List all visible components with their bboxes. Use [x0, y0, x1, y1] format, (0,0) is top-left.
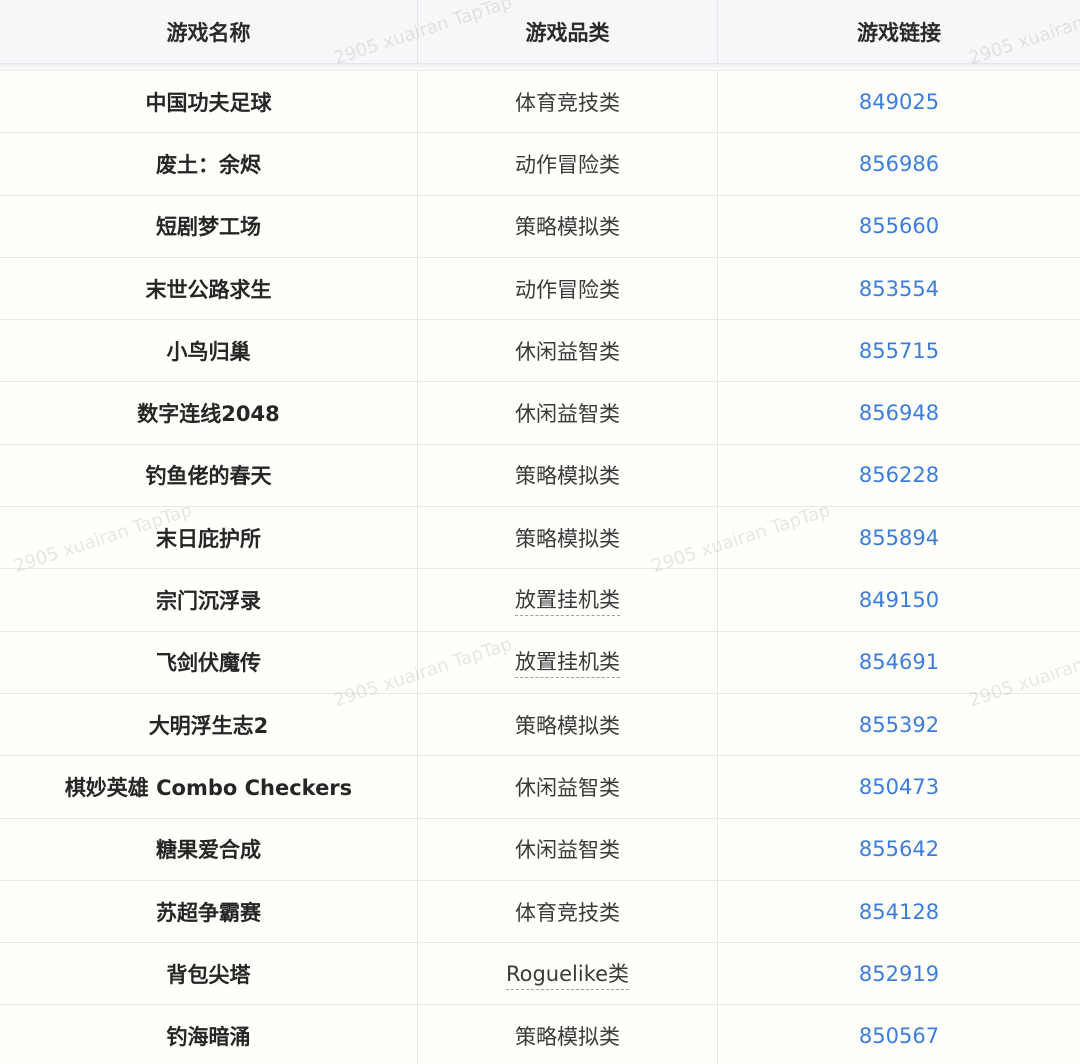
game-name-cell: 糖果爱合成	[0, 818, 418, 880]
game-category-cell: 休闲益智类	[418, 382, 718, 444]
game-category-label: Roguelike类	[505, 958, 630, 990]
game-name-cell: 废土：余烬	[0, 133, 418, 195]
game-link[interactable]: 856228	[718, 445, 1080, 506]
game-category-label: 体育竞技类	[515, 900, 620, 925]
game-category-label: 策略模拟类	[515, 526, 620, 551]
game-category-cell: 放置挂机类	[418, 631, 718, 693]
game-category-cell: 动作冒险类	[418, 133, 718, 195]
game-category-label: 体育竞技类	[515, 90, 620, 115]
game-link[interactable]: 855392	[718, 694, 1080, 755]
game-category-cell: 放置挂机类	[418, 569, 718, 631]
game-category-cell: 策略模拟类	[418, 444, 718, 507]
header-game-name: 游戏名称	[0, 0, 418, 63]
table-row: 废土：余烬 动作冒险类 856986	[0, 133, 1080, 196]
game-name-cell: 小鸟归巢	[0, 320, 418, 382]
game-link[interactable]: 855894	[718, 507, 1080, 568]
game-category-label: 策略模拟类	[515, 464, 620, 489]
game-link[interactable]: 855642	[718, 819, 1080, 880]
game-name-cell: 末世公路求生	[0, 257, 418, 320]
game-category-label: 策略模拟类	[515, 1025, 620, 1050]
game-name-cell: 钓海暗涌	[0, 1005, 418, 1064]
table-row: 中国功夫足球 体育竞技类 849025	[0, 71, 1080, 134]
game-category-cell: 体育竞技类	[418, 880, 718, 943]
game-link[interactable]: 854691	[718, 632, 1080, 693]
game-link[interactable]: 852919	[718, 943, 1080, 1004]
game-category-cell: 动作冒险类	[418, 257, 718, 320]
game-name-cell: 中国功夫足球	[0, 71, 418, 133]
game-category-label: 休闲益智类	[515, 339, 620, 364]
game-name-cell: 飞剑伏魔传	[0, 631, 418, 693]
game-link[interactable]: 850473	[718, 756, 1080, 817]
game-category-cell: 休闲益智类	[418, 818, 718, 880]
game-link[interactable]: 854128	[718, 881, 1080, 942]
game-category-cell: Roguelike类	[418, 943, 718, 1005]
table-body: 中国功夫足球 体育竞技类 849025 废土：余烬 动作冒险类 856986 短剧梦工场 策略…	[0, 71, 1080, 1064]
table-header: 游戏名称 游戏品类 游戏链接	[0, 0, 1080, 64]
game-category-label: 放置挂机类	[515, 584, 620, 617]
game-category-label: 动作冒险类	[515, 277, 620, 302]
game-name-cell: 钓鱼佬的春天	[0, 444, 418, 507]
table-row: 棋妙英雄 Combo Checkers 休闲益智类 850473	[0, 756, 1080, 819]
game-name-cell: 背包尖塔	[0, 943, 418, 1005]
table-row: 末世公路求生 动作冒险类 853554	[0, 257, 1080, 321]
game-name-cell: 短剧梦工场	[0, 195, 418, 257]
table-row: 钓海暗涌 策略模拟类 850567	[0, 1005, 1080, 1064]
game-name-cell: 棋妙英雄 Combo Checkers	[0, 756, 418, 818]
game-category-label: 休闲益智类	[515, 775, 620, 800]
game-link[interactable]: 856948	[718, 382, 1080, 443]
header-spacer	[0, 64, 1080, 71]
game-link[interactable]: 853554	[718, 258, 1080, 319]
game-name-cell: 苏超争霸赛	[0, 880, 418, 943]
header-game-category: 游戏品类	[418, 0, 718, 63]
game-category-label: 策略模拟类	[515, 215, 620, 240]
game-category-cell: 策略模拟类	[418, 507, 718, 569]
table-row: 短剧梦工场 策略模拟类 855660	[0, 195, 1080, 258]
game-link[interactable]: 850567	[718, 1005, 1080, 1064]
game-category-label: 放置挂机类	[515, 646, 620, 679]
table-row: 末日庇护所 策略模拟类 855894	[0, 507, 1080, 570]
game-link[interactable]: 855660	[718, 196, 1080, 257]
game-link[interactable]: 849150	[718, 569, 1080, 630]
game-name-cell: 大明浮生志2	[0, 693, 418, 756]
game-category-cell: 策略模拟类	[418, 1005, 718, 1064]
table-row: 飞剑伏魔传 放置挂机类 854691	[0, 631, 1080, 694]
game-link[interactable]: 856986	[718, 133, 1080, 194]
table-row: 小鸟归巢 休闲益智类 855715	[0, 320, 1080, 383]
game-category-label: 休闲益智类	[515, 402, 620, 427]
game-category-label: 休闲益智类	[515, 838, 620, 863]
table-row: 大明浮生志2 策略模拟类 855392	[0, 693, 1080, 757]
header-game-link: 游戏链接	[857, 20, 941, 45]
game-category-cell: 体育竞技类	[418, 71, 718, 133]
table-row: 糖果爱合成 休闲益智类 855642	[0, 818, 1080, 881]
game-category-cell: 休闲益智类	[418, 320, 718, 382]
game-name-cell: 末日庇护所	[0, 507, 418, 569]
game-link[interactable]: 849025	[718, 71, 1080, 132]
game-category-label: 策略模拟类	[515, 713, 620, 738]
game-category-cell: 休闲益智类	[418, 756, 718, 818]
game-category-cell: 策略模拟类	[418, 195, 718, 257]
game-link[interactable]: 855715	[718, 320, 1080, 381]
table-row: 数字连线2048 休闲益智类 856948	[0, 382, 1080, 445]
game-category-label: 动作冒险类	[515, 152, 620, 177]
table-row: 钓鱼佬的春天 策略模拟类 856228	[0, 444, 1080, 508]
game-name-cell: 宗门沉浮录	[0, 569, 418, 631]
game-name-cell: 数字连线2048	[0, 382, 418, 444]
game-category-cell: 策略模拟类	[418, 693, 718, 756]
table-row: 背包尖塔 Roguelike类 852919	[0, 943, 1080, 1006]
game-table: 游戏名称 游戏品类 游戏链接 中国功夫足球 体育竞技类 849025 废土：余烬 动作冒…	[0, 0, 1080, 1064]
table-row: 苏超争霸赛 体育竞技类 854128	[0, 880, 1080, 944]
table-row: 宗门沉浮录 放置挂机类 849150	[0, 569, 1080, 632]
